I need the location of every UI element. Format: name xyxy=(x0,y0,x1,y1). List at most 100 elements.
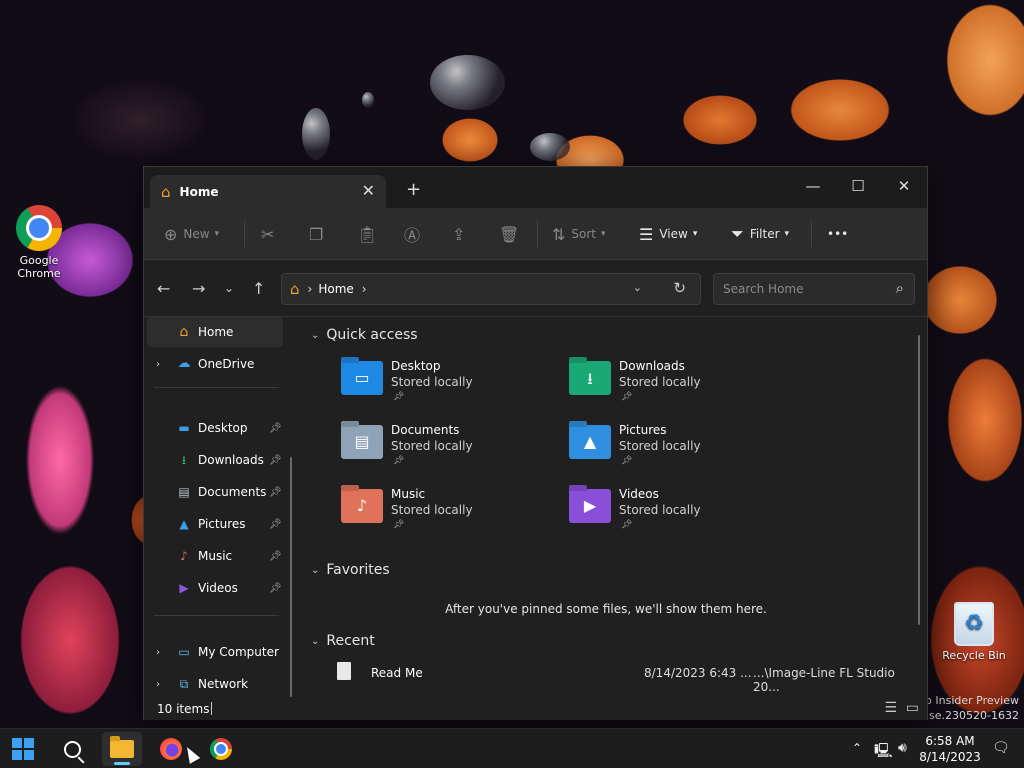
expand-chevron-icon[interactable]: › xyxy=(156,647,160,658)
expand-chevron-icon[interactable]: › xyxy=(156,359,160,370)
address-bar[interactable]: ⌂ › Home › ⌄ ↻ xyxy=(281,273,701,305)
sidebar-item-label: Pictures xyxy=(198,517,246,531)
refresh-icon[interactable]: ↻ xyxy=(673,279,686,297)
search-input[interactable] xyxy=(723,274,873,304)
new-button[interactable]: ⊕ New ▾ xyxy=(164,208,219,260)
close-window-button[interactable]: ✕ xyxy=(881,172,927,202)
sidebar-item-music[interactable]: ♪ Music 📌︎ xyxy=(147,541,283,571)
close-tab-icon[interactable]: ✕ xyxy=(362,181,375,200)
breadcrumb-separator: › xyxy=(307,282,313,296)
breadcrumb-separator[interactable]: › xyxy=(362,282,367,296)
search-box[interactable]: ⌕ xyxy=(713,273,915,305)
network-icon[interactable]: 🖳︎ xyxy=(874,740,893,764)
sidebar-item-downloads[interactable]: ⭳ Downloads 📌︎ xyxy=(147,445,283,475)
address-history-chevron-icon[interactable]: ⌄ xyxy=(633,281,642,294)
toolbar-divider xyxy=(811,221,812,247)
sort-label: Sort xyxy=(571,227,597,241)
documents-folder-icon: ▤ xyxy=(341,425,383,459)
forward-arrow-icon[interactable]: → xyxy=(192,279,205,298)
share-button[interactable]: ⇪ xyxy=(452,208,471,260)
taskbar-chrome[interactable] xyxy=(201,732,241,766)
video-icon: ▶ xyxy=(179,581,189,595)
recent-locations-chevron-icon[interactable]: ⌄ xyxy=(224,281,234,295)
sidebar-item-videos[interactable]: ▶ Videos 📌︎ xyxy=(147,573,283,603)
breadcrumb-home[interactable]: Home xyxy=(318,282,353,296)
cut-button[interactable]: ✂ xyxy=(261,208,280,260)
taskbar-file-explorer[interactable] xyxy=(102,732,142,766)
minimize-button[interactable]: — xyxy=(790,172,836,202)
chevron-down-icon: ⌄ xyxy=(311,564,320,576)
toolbar-divider xyxy=(537,221,538,247)
taskbar-search-button[interactable] xyxy=(52,732,92,766)
sidebar-item-my-computer[interactable]: › ▭ My Computer xyxy=(147,637,283,667)
pin-icon: 📌︎ xyxy=(621,456,633,466)
network-icon: ⧉ xyxy=(179,677,189,691)
copy-button[interactable]: ❐ xyxy=(309,208,329,260)
details-view-icon[interactable]: ☰ xyxy=(884,700,897,716)
sidebar-item-label: OneDrive xyxy=(198,357,255,371)
desktop-icon-recycle-bin[interactable]: ♻ Recycle Bin xyxy=(939,602,1009,662)
sidebar-item-pictures[interactable]: ▲ Pictures 📌︎ xyxy=(147,509,283,539)
taskbar: ⌃ 🖳︎ 🔊︎ 6:58 AM 8/14/2023 🗨︎ xyxy=(0,728,1024,768)
sidebar-item-documents[interactable]: ▤ Documents 📌︎ xyxy=(147,477,283,507)
chrome-icon xyxy=(16,205,62,251)
clock[interactable]: 6:58 AM 8/14/2023 xyxy=(915,733,985,765)
trash-icon: 🗑︎ xyxy=(499,224,520,244)
tile-subtitle: Stored locally xyxy=(619,503,701,517)
quick-access-documents[interactable]: ▤ Documents Stored locally 📌︎ xyxy=(341,423,551,473)
pin-icon: 📌︎ xyxy=(393,392,405,402)
folder-icon xyxy=(110,736,134,758)
filter-button[interactable]: ⏷ Filter ▾ xyxy=(731,208,789,260)
quick-access-pictures[interactable]: ▲ Pictures Stored locally 📌︎ xyxy=(569,423,779,473)
sidebar-item-label: Home xyxy=(198,325,234,339)
quick-access-header[interactable]: ⌄ Quick access xyxy=(311,327,418,343)
quick-access-downloads[interactable]: ⭳ Downloads Stored locally 📌︎ xyxy=(569,359,779,409)
list-item[interactable]: Read Me 8/14/2023 6:43 ... ...\Image-Lin… xyxy=(331,662,911,694)
up-arrow-icon[interactable]: ↑ xyxy=(252,279,265,298)
volume-icon[interactable]: 🔊︎ xyxy=(898,740,907,756)
maximize-button[interactable]: ☐ xyxy=(835,172,881,202)
tab-home[interactable]: ⌂ Home ✕ xyxy=(150,175,386,208)
sidebar-item-home[interactable]: ⌂ Home xyxy=(147,317,283,347)
more-options-button[interactable]: ••• xyxy=(827,208,848,260)
chrome-icon xyxy=(210,738,232,760)
sidebar-scrollbar[interactable] xyxy=(290,457,292,697)
recent-header[interactable]: ⌄ Recent xyxy=(311,633,375,649)
desktop-icon-google-chrome[interactable]: Google Chrome xyxy=(4,205,74,280)
pin-icon: 📌︎ xyxy=(269,550,282,562)
start-button[interactable] xyxy=(3,732,43,766)
expand-chevron-icon[interactable]: › xyxy=(156,679,160,690)
sidebar-item-label: Documents xyxy=(198,485,267,499)
view-button[interactable]: ☰ View ▾ xyxy=(639,208,697,260)
filter-icon: ⏷ xyxy=(731,224,744,243)
tiles-view-icon[interactable]: ▭ xyxy=(906,700,919,716)
status-divider xyxy=(211,702,212,715)
item-count: 10 items xyxy=(157,702,210,716)
back-arrow-icon[interactable]: ← xyxy=(157,279,170,298)
sidebar-item-label: Network xyxy=(198,677,249,691)
content-scrollbar[interactable] xyxy=(918,335,920,625)
show-hidden-icons-chevron-icon[interactable]: ⌃ xyxy=(852,741,862,755)
rename-button[interactable]: Ⓐ xyxy=(404,208,426,260)
plus-circle-icon: ⊕ xyxy=(164,224,178,244)
scissors-icon: ✂ xyxy=(261,224,275,244)
sidebar-item-desktop[interactable]: ▬ Desktop 📌︎ xyxy=(147,413,283,443)
favorites-header[interactable]: ⌄ Favorites xyxy=(311,562,390,578)
sidebar-item-onedrive[interactable]: › ☁ OneDrive xyxy=(147,349,283,379)
sidebar-item-network[interactable]: › ⧉ Network xyxy=(147,669,283,699)
sidebar-item-label: My Computer xyxy=(198,645,279,659)
sort-button[interactable]: ⇅ Sort ▾ xyxy=(552,208,606,260)
new-tab-button[interactable]: + xyxy=(406,179,421,200)
title-bar: ⌂ Home ✕ + — ☐ ✕ xyxy=(144,167,927,208)
search-icon[interactable]: ⌕ xyxy=(896,279,904,297)
pin-icon: 📌︎ xyxy=(269,518,282,530)
paste-button[interactable]: 📋︎ xyxy=(357,208,383,260)
quick-access-desktop[interactable]: ▭ Desktop Stored locally 📌︎ xyxy=(341,359,551,409)
delete-button[interactable]: 🗑︎ xyxy=(499,208,525,260)
notifications-icon[interactable]: 🗨︎ xyxy=(992,740,1010,756)
view-label: View xyxy=(659,227,688,241)
desktop-folder-icon: ▭ xyxy=(341,361,383,395)
quick-access-music[interactable]: ♪ Music Stored locally 📌︎ xyxy=(341,487,551,537)
home-icon: ⌂ xyxy=(161,182,171,201)
quick-access-videos[interactable]: ▶ Videos Stored locally 📌︎ xyxy=(569,487,779,537)
